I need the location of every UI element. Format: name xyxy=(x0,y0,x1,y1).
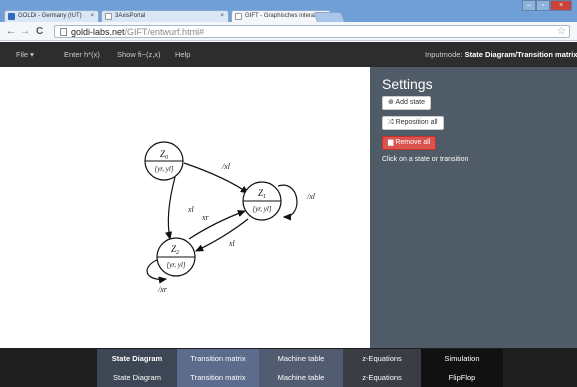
help-menu[interactable]: Help xyxy=(175,42,190,67)
reload-icon[interactable]: C xyxy=(36,25,43,38)
back-arrow-icon[interactable]: ← xyxy=(6,25,16,38)
transition-label[interactable]: xl xyxy=(228,239,236,248)
page-favicon-icon xyxy=(235,13,242,20)
inputmode-indicator: Inputmode: State Diagram/Transition matr… xyxy=(425,50,577,59)
settings-title: Settings xyxy=(382,76,433,92)
page-icon xyxy=(60,28,67,36)
settings-hint: Click on a state or transition xyxy=(382,156,469,163)
bottom-tab-bar: State Diagram Transition matrix Machine … xyxy=(0,348,577,387)
close-tab-icon[interactable]: × xyxy=(90,11,94,22)
remove-all-button[interactable]: ▆ Remove all xyxy=(382,136,437,150)
reposition-all-label: Reposition all xyxy=(395,119,438,126)
transition-label[interactable]: xl xyxy=(187,205,195,214)
state-index: 2 xyxy=(176,250,179,256)
browser-tab-title: GIFT - Graphisches interakt xyxy=(245,13,319,19)
state-index: 0 xyxy=(165,155,168,161)
browser-tab-bar: GOLDi - Germany (IUT) × 3AxisPortal × GI… xyxy=(0,0,577,22)
forward-arrow-icon[interactable]: → xyxy=(20,25,30,38)
close-tab-icon[interactable]: × xyxy=(220,11,224,22)
add-state-label: Add state xyxy=(395,99,426,106)
tab-machine-table-2[interactable]: Machine table xyxy=(259,368,343,387)
state-diagram[interactable]: /xl /xl xl xr xl /xr Z0 [yr, yl] Z1 [yr,… xyxy=(0,67,370,348)
reposition-all-button[interactable]: ⤮ Reposition all xyxy=(382,116,444,130)
state-output: [yr, yl] xyxy=(166,261,185,269)
trash-icon: ▆ xyxy=(388,139,394,146)
shuffle-icon: ⤮ xyxy=(388,119,394,126)
browser-tab-title: 3AxisPortal xyxy=(115,13,146,19)
page-favicon-icon xyxy=(105,13,112,20)
app-navbar: File ▾ Enter h*(x) Show fi~(z,x) Help In… xyxy=(0,42,577,67)
plus-circle-icon: ⊕ xyxy=(388,99,394,106)
tab-z-equations-2[interactable]: z-Equations xyxy=(343,368,421,387)
minimize-icon[interactable]: ‒ xyxy=(522,0,536,11)
state-index: 1 xyxy=(263,194,266,200)
browser-tab-3axisportal[interactable]: 3AxisPortal × xyxy=(101,10,229,22)
enter-h-menu[interactable]: Enter h*(x) xyxy=(64,42,100,67)
new-tab-button[interactable] xyxy=(313,12,345,22)
browser-tab-title: GOLDi - Germany (IUT) xyxy=(18,13,82,19)
window-close-icon[interactable]: × xyxy=(550,0,572,11)
transition-label[interactable]: /xl xyxy=(306,192,316,201)
state-z0[interactable]: Z0 [yr, yl] xyxy=(144,141,184,181)
transition-z0-z1[interactable] xyxy=(183,162,249,194)
state-z1[interactable]: Z1 [yr, yl] xyxy=(242,181,282,221)
state-output: [yr, yl] xyxy=(154,165,173,173)
remove-all-label: Remove all xyxy=(395,139,431,146)
browser-tab-goldi[interactable]: GOLDi - Germany (IUT) × xyxy=(4,10,99,22)
tab-state-diagram-2[interactable]: State Diagram xyxy=(97,368,177,387)
browser-toolbar: ← → C goldi-labs.net/GIFT/entwurf.html# … xyxy=(0,22,577,41)
tab-z-equations[interactable]: z-Equations xyxy=(343,349,421,368)
transition-z1-z2[interactable] xyxy=(194,218,249,252)
tab-flipflop[interactable]: FlipFlop xyxy=(421,368,503,387)
maximize-icon[interactable]: ▫ xyxy=(536,0,550,11)
tab-machine-table[interactable]: Machine table xyxy=(259,349,343,368)
file-menu[interactable]: File ▾ xyxy=(16,42,34,67)
settings-panel: Settings ⊕ Add state ⤮ Reposition all ▆ … xyxy=(370,67,577,348)
state-diagram-canvas[interactable]: /xl /xl xl xr xl /xr Z0 [yr, yl] Z1 [yr,… xyxy=(0,67,370,348)
address-bar[interactable]: goldi-labs.net/GIFT/entwurf.html# ☆ xyxy=(54,25,570,38)
tab-transition-matrix[interactable]: Transition matrix xyxy=(177,349,259,368)
url-text: goldi-labs.net/GIFT/entwurf.html# xyxy=(71,27,205,37)
transition-z2-z1[interactable] xyxy=(188,210,247,240)
tab-transition-matrix-2[interactable]: Transition matrix xyxy=(177,368,259,387)
tab-simulation[interactable]: Simulation xyxy=(421,349,503,368)
bookmark-star-icon[interactable]: ☆ xyxy=(557,26,566,38)
show-fi-menu[interactable]: Show fi~(z,x) xyxy=(117,42,161,67)
state-z2[interactable]: Z2 [yr, yl] xyxy=(156,237,196,277)
transition-z0-z2[interactable] xyxy=(165,176,176,241)
add-state-button[interactable]: ⊕ Add state xyxy=(382,96,432,110)
transition-label[interactable]: /xl xyxy=(221,162,231,171)
tab-state-diagram[interactable]: State Diagram xyxy=(97,349,177,368)
transition-label[interactable]: xr xyxy=(201,213,210,222)
window-controls: ‒ ▫ × xyxy=(522,0,572,12)
state-output: [yr, yl] xyxy=(252,205,271,213)
goldi-favicon-icon xyxy=(8,13,15,20)
transition-label[interactable]: /xr xyxy=(157,285,168,294)
